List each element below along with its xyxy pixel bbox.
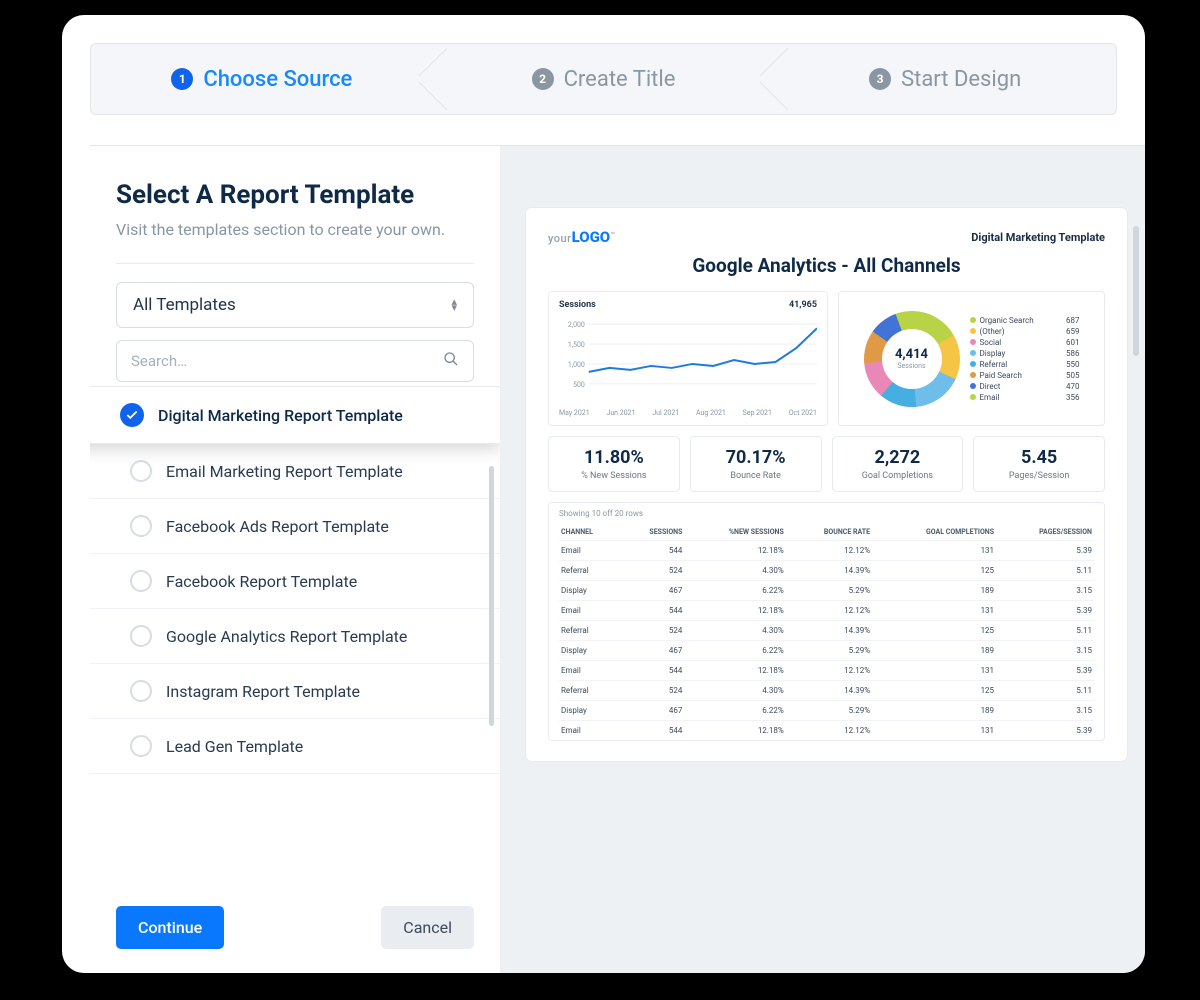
table-row: Email54412.18%12.12%1315.39 (559, 601, 1094, 621)
template-label: Facebook Ads Report Template (166, 517, 389, 536)
preview-scrollbar[interactable] (1133, 226, 1139, 356)
check-icon (120, 403, 144, 427)
report-preview: yourLOGO™ Digital Marketing Template Goo… (526, 208, 1127, 761)
preview-template-name: Digital Marketing Template (971, 231, 1105, 244)
table-row: Referral5244.30%14.39%1255.11 (559, 621, 1094, 641)
wizard-body: Select A Report Template Visit the templ… (90, 145, 1145, 973)
radio-icon (130, 570, 152, 592)
table-row: Email54412.18%12.12%1315.39 (559, 661, 1094, 681)
template-search-input[interactable]: Search… (116, 340, 474, 382)
template-item[interactable]: Digital Marketing Report Template (90, 386, 500, 444)
step-label: Create Title (564, 67, 676, 92)
template-item[interactable]: Facebook Report Template (90, 554, 500, 609)
donut-chart: 4,414 Sessions (864, 311, 960, 407)
donut-legend: Organic Search687 (Other)659 Social601 Disp… (970, 316, 1080, 402)
updown-icon: ▴▾ (451, 299, 457, 311)
table-row: Email54412.18%12.12%1315.39 (559, 721, 1094, 741)
radio-icon (130, 460, 152, 482)
sessions-line-chart: 2,000 1,500 1,000 500 (559, 314, 817, 404)
list-scrollbar[interactable] (489, 466, 494, 726)
table-row: Email54412.18%12.12%1315.39 (559, 541, 1094, 561)
search-placeholder: Search… (131, 352, 187, 370)
table-row: Referral5244.30%14.39%1255.11 (559, 681, 1094, 701)
svg-text:2,000: 2,000 (568, 321, 585, 329)
radio-icon (130, 625, 152, 647)
template-item[interactable]: Lead Gen Template (90, 719, 500, 774)
kpi-card: 2,272Goal Completions (832, 436, 964, 492)
template-label: Email Marketing Report Template (166, 462, 403, 481)
table-row-hint: Showing 10 off 20 rows (559, 509, 1094, 518)
panel-footer: Continue Cancel (90, 886, 500, 949)
svg-text:500: 500 (573, 381, 585, 389)
sessions-label: Sessions (559, 300, 596, 310)
search-icon (443, 351, 459, 371)
template-item[interactable]: Google Analytics Report Template (90, 609, 500, 664)
template-filter-value: All Templates (133, 295, 236, 315)
radio-icon (130, 515, 152, 537)
sessions-total: 41,965 (789, 300, 817, 310)
table-row: Display4676.22%5.29%1893.15 (559, 581, 1094, 601)
wizard-stepper: 1 Choose Source 2 Create Title 3 Start Design (90, 43, 1117, 115)
legend-item: Referral550 (970, 360, 1080, 369)
channels-donut-card: 4,414 Sessions Organic Search687 (Other)6… (838, 291, 1105, 426)
template-label: Facebook Report Template (166, 572, 357, 591)
donut-center-label: Sessions (897, 362, 925, 370)
template-item[interactable]: Instagram Report Template (90, 664, 500, 719)
donut-center-value: 4,414 (895, 347, 928, 362)
app-frame: 1 Choose Source 2 Create Title 3 Start Design… (62, 15, 1145, 973)
step-choose-source[interactable]: 1 Choose Source (91, 44, 433, 114)
step-number: 2 (532, 68, 554, 90)
table-row: Referral5244.30%14.39%1255.11 (559, 561, 1094, 581)
preview-pane: yourLOGO™ Digital Marketing Template Goo… (500, 146, 1145, 973)
panel-title: Select A Report Template (90, 180, 500, 210)
legend-item: Display586 (970, 349, 1080, 358)
continue-button[interactable]: Continue (116, 906, 224, 949)
legend-item: Email356 (970, 393, 1080, 402)
sessions-chart-card: Sessions 41,965 2,000 1,500 1,000 500 (548, 291, 828, 426)
kpi-row: 11.80%% New Sessions70.17%Bounce Rate2,2… (548, 436, 1105, 492)
table-row: Display4676.22%5.29%1893.15 (559, 641, 1094, 661)
template-label: Digital Marketing Report Template (158, 406, 403, 425)
template-label: Instagram Report Template (166, 682, 360, 701)
panel-subtitle: Visit the templates section to create yo… (90, 210, 500, 239)
step-number: 1 (171, 68, 193, 90)
step-create-title[interactable]: 2 Create Title (433, 44, 775, 114)
template-filter-select[interactable]: All Templates ▴▾ (116, 282, 474, 328)
preview-report-title: Google Analytics - All Channels (548, 254, 1105, 277)
sessions-x-axis: May 2021Jun 2021Jul 2021Aug 2021Sep 2021… (559, 409, 817, 417)
template-list: Digital Marketing Report Template Email M… (90, 386, 500, 886)
step-label: Start Design (901, 67, 1021, 92)
radio-icon (130, 680, 152, 702)
template-label: Lead Gen Template (166, 737, 303, 756)
template-panel: Select A Report Template Visit the templ… (90, 146, 500, 973)
template-item[interactable]: Facebook Ads Report Template (90, 499, 500, 554)
step-label: Choose Source (203, 67, 352, 92)
preview-logo: yourLOGO™ (548, 228, 615, 246)
legend-item: Paid Search505 (970, 371, 1080, 380)
channels-table-card: Showing 10 off 20 rows CHANNELSESSIONS%N… (548, 502, 1105, 741)
legend-item: Social601 (970, 338, 1080, 347)
cancel-button[interactable]: Cancel (381, 906, 474, 949)
svg-text:1,000: 1,000 (568, 361, 585, 369)
step-number: 3 (869, 68, 891, 90)
legend-item: Direct470 (970, 382, 1080, 391)
step-start-design[interactable]: 3 Start Design (774, 44, 1116, 114)
table-row: Display4676.22%5.29%1893.15 (559, 701, 1094, 721)
legend-item: (Other)659 (970, 327, 1080, 336)
channels-table: CHANNELSESSIONS%NEW SESSIONSBOUNCE RATEG… (559, 524, 1094, 740)
radio-icon (130, 735, 152, 757)
kpi-card: 11.80%% New Sessions (548, 436, 680, 492)
svg-text:1,500: 1,500 (568, 341, 585, 349)
kpi-card: 5.45Pages/Session (973, 436, 1105, 492)
template-item[interactable]: Email Marketing Report Template (90, 444, 500, 499)
legend-item: Organic Search687 (970, 316, 1080, 325)
divider (116, 263, 474, 264)
template-label: Google Analytics Report Template (166, 627, 407, 646)
kpi-card: 70.17%Bounce Rate (690, 436, 822, 492)
